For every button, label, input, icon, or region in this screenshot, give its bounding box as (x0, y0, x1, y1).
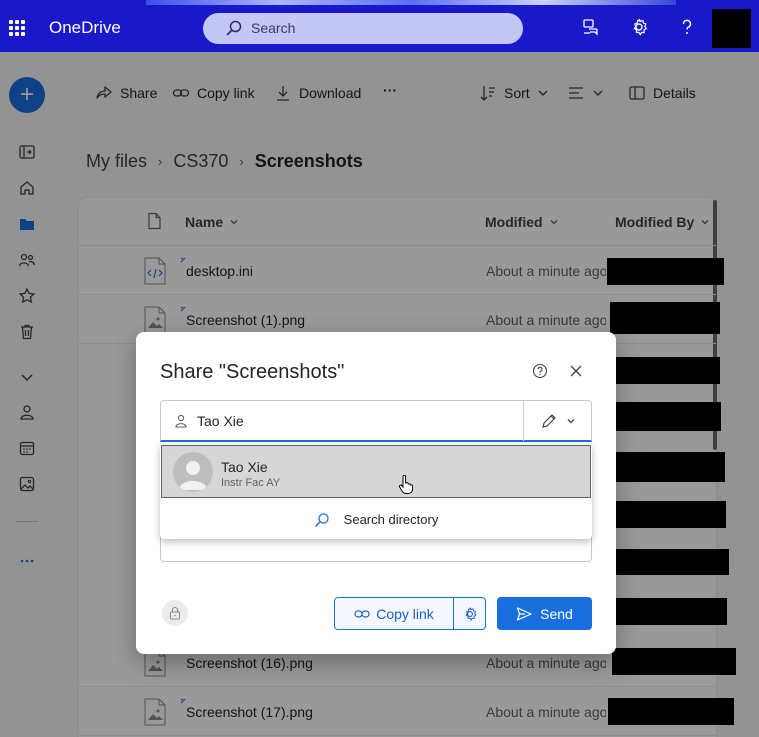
search-placeholder: Search (251, 20, 296, 36)
hand-cursor-icon (398, 475, 414, 494)
copy-link-button[interactable]: Copy link (335, 598, 453, 629)
suggestion-name: Tao Xie (221, 459, 268, 475)
app-launcher-icon[interactable] (9, 20, 25, 36)
app-name[interactable]: OneDrive (49, 18, 121, 38)
search-icon (225, 19, 243, 40)
chevron-down-icon (567, 419, 575, 424)
edit-pencil-icon (542, 414, 556, 428)
feedback-icon[interactable] (580, 16, 602, 38)
help-icon[interactable] (532, 363, 548, 379)
close-icon[interactable] (568, 363, 584, 379)
search-directory-button[interactable]: Search directory (160, 500, 592, 539)
copy-link-split-button: Copy link (334, 597, 486, 630)
account-avatar[interactable] (712, 9, 751, 48)
search-box[interactable]: Search (203, 13, 523, 44)
search-icon (314, 512, 329, 527)
people-picker-input[interactable]: Tao Xie (160, 400, 592, 442)
permission-dropdown[interactable] (524, 401, 592, 441)
recipient-value[interactable]: Tao Xie (197, 413, 244, 429)
lock-icon (169, 606, 181, 620)
link-settings-lock[interactable] (162, 600, 188, 626)
people-suggestions: Tao Xie Instr Fac AY Search directory (160, 444, 592, 539)
link-settings-button[interactable] (454, 598, 486, 629)
link-icon (354, 609, 370, 618)
avatar (173, 452, 213, 492)
person-icon (175, 414, 187, 428)
settings-icon[interactable] (628, 16, 650, 38)
settings-icon (465, 606, 477, 621)
send-icon (517, 606, 532, 621)
header-banner (146, 0, 676, 5)
suggestion-item[interactable]: Tao Xie Instr Fac AY (161, 445, 591, 498)
send-button[interactable]: Send (497, 597, 592, 630)
suggestion-subtitle: Instr Fac AY (221, 477, 281, 489)
copy-link-button-label: Copy link (376, 605, 434, 622)
top-bar: OneDrive Search (0, 0, 759, 52)
search-directory-label: Search directory (343, 512, 439, 527)
dialog-title: Share "Screenshots" (160, 361, 345, 383)
send-button-label: Send (540, 605, 573, 622)
help-icon[interactable] (676, 16, 698, 38)
